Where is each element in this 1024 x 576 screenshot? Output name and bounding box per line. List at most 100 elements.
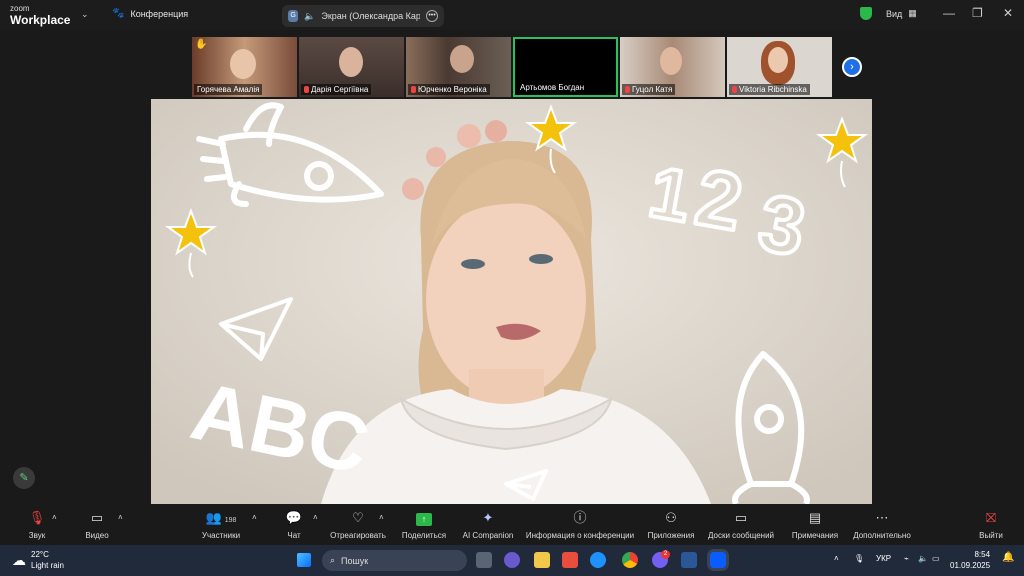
- participant-tile[interactable]: ✋ Горячева Амалія: [192, 37, 297, 97]
- minimize-icon[interactable]: —: [943, 6, 955, 20]
- camera-icon: ▭: [90, 510, 104, 525]
- windows-start-icon[interactable]: [297, 553, 311, 567]
- notifications-icon[interactable]: 🔔: [1002, 552, 1014, 563]
- notes-label: Примечания: [791, 531, 839, 540]
- notes-icon: ▤: [808, 510, 822, 525]
- main-video: 1 2 3 ABC: [151, 99, 872, 504]
- person-face: [660, 47, 682, 75]
- apps-label: Приложения: [647, 531, 695, 540]
- close-icon[interactable]: ✕: [1003, 6, 1013, 20]
- word-icon[interactable]: [681, 552, 697, 568]
- video-label: Видео: [85, 531, 109, 540]
- react-caret-icon[interactable]: ˄: [379, 513, 384, 522]
- grid-icon: ▦: [908, 8, 917, 18]
- ai-label: AI Companion: [462, 531, 514, 540]
- weather-widget[interactable]: ☁ 22°C Light rain: [12, 549, 64, 571]
- battery-icon[interactable]: ▭: [932, 554, 940, 563]
- clock-date: 01.09.2025: [950, 561, 991, 570]
- taskbar-search[interactable]: ⌕ Пошук: [322, 550, 467, 571]
- meeting-info-button[interactable]: ⓘ Информация о конференции: [522, 509, 638, 540]
- search-placeholder: Пошук: [341, 555, 369, 566]
- teams-icon[interactable]: [504, 552, 520, 568]
- tray-chevron-icon[interactable]: ˄: [834, 554, 839, 563]
- maximize-icon[interactable]: ❐: [972, 6, 983, 20]
- annotate-button[interactable]: ✎: [13, 467, 35, 489]
- chevron-right-icon: ›: [850, 61, 854, 73]
- more-dots-icon[interactable]: •••: [426, 10, 438, 22]
- stage-video-svg: 1 2 3 ABC: [151, 99, 872, 504]
- audio-button[interactable]: 🎙 Звук: [22, 509, 52, 540]
- clock-time: 8:54: [974, 550, 991, 559]
- os-taskbar: ☁ 22°C Light rain ⌕ Пошук 2 ˄ 🎙 УКР ⌁ 🔈 …: [0, 545, 1024, 576]
- chrome-icon[interactable]: [622, 552, 638, 568]
- clock[interactable]: 8:54 01.09.2025: [950, 549, 990, 571]
- participant-tile[interactable]: Юрченко Вероніка: [406, 37, 511, 97]
- chat-button[interactable]: 💬 Чат: [280, 509, 308, 540]
- participants-icon: 👥 198: [205, 510, 237, 525]
- next-page-button[interactable]: ›: [842, 57, 862, 77]
- pencil-icon: ✎: [19, 472, 29, 484]
- cloud-rain-icon: ☁: [12, 552, 26, 568]
- weather-temp: 22°C: [31, 550, 49, 559]
- info-label: Информация о конференции: [525, 531, 635, 540]
- participant-label: Юрченко Вероніка: [408, 84, 490, 95]
- muted-mic-icon: [625, 86, 630, 93]
- app-logo: zoom Workplace: [10, 4, 70, 27]
- notes-button[interactable]: ▤ Примечания: [788, 509, 842, 540]
- tab-screen-share[interactable]: G 🔈 Экран (Олександра Кардаш •••: [282, 5, 444, 27]
- participant-tile[interactable]: Дарія Сергіївна: [299, 37, 404, 97]
- file-explorer-icon[interactable]: [534, 552, 550, 568]
- audio-caret-icon[interactable]: ˄: [52, 513, 57, 522]
- person-face: [768, 47, 788, 73]
- ai-companion-button[interactable]: ✦ AI Companion: [460, 509, 516, 540]
- apps-icon: ⚇: [665, 510, 677, 525]
- participants-caret-icon[interactable]: ˄: [252, 513, 257, 522]
- notification-badge: 2: [661, 550, 670, 559]
- network-icon[interactable]: ⌁: [904, 554, 909, 563]
- store-icon[interactable]: [562, 552, 578, 568]
- muted-mic-icon: [732, 86, 737, 93]
- view-button[interactable]: Вид ▦: [886, 8, 917, 19]
- chat-label: Чат: [287, 531, 301, 540]
- screen-badge: G: [288, 10, 299, 22]
- edge-icon[interactable]: [590, 552, 606, 568]
- chevron-down-icon[interactable]: ⌄: [81, 9, 89, 20]
- zoom-app-icon[interactable]: [710, 552, 726, 568]
- audio-label: Звук: [28, 531, 46, 540]
- participant-label: Гуцол Катя: [622, 84, 676, 95]
- chat-caret-icon[interactable]: ˄: [313, 513, 318, 522]
- language-indicator[interactable]: УКР: [876, 554, 891, 563]
- more-button[interactable]: ⋯ Дополнительно: [850, 509, 914, 540]
- chat-icon: 💬: [285, 510, 303, 525]
- leave-label: Выйти: [979, 531, 1003, 540]
- react-label: Отреагировать: [330, 531, 386, 540]
- participant-label: Артьомов Богдан: [517, 82, 588, 93]
- brand-bottom: Workplace: [10, 13, 71, 27]
- participants-label: Участники: [201, 531, 241, 540]
- person-face: [230, 49, 256, 79]
- video-caret-icon[interactable]: ˄: [118, 513, 123, 522]
- participant-tile[interactable]: Viktoria Ribchinska: [727, 37, 832, 97]
- video-button[interactable]: ▭ Видео: [80, 509, 114, 540]
- task-view-icon[interactable]: [476, 552, 492, 568]
- participants-button[interactable]: 👥 198 Участники: [198, 509, 244, 540]
- share-label: Поделиться: [401, 531, 447, 540]
- whiteboards-button[interactable]: ▭ Доски сообщений: [704, 509, 778, 540]
- volume-icon[interactable]: 🔈: [918, 554, 928, 563]
- more-label: Дополнительно: [853, 531, 911, 540]
- leave-icon: ⛝: [986, 510, 996, 525]
- raise-hand-icon: ✋: [195, 39, 208, 50]
- search-icon: ⌕: [330, 555, 336, 565]
- muted-mic-icon: [304, 86, 309, 93]
- share-button[interactable]: ↑ Поделиться: [400, 509, 448, 540]
- person-face: [339, 47, 363, 77]
- leave-button[interactable]: ⛝ Выйти: [976, 509, 1006, 540]
- speaker-icon: 🔈: [304, 10, 316, 21]
- tab-conference-label: Конференция: [130, 8, 189, 19]
- tab-conference[interactable]: 🐾 Конференция: [112, 8, 188, 19]
- apps-button[interactable]: ⚇ Приложения: [644, 509, 698, 540]
- title-bar: zoom Workplace ⌄ 🐾 Конференция G 🔈 Экран…: [0, 0, 1024, 30]
- meeting-toolbar: 🎙 Звук ˄ ▭ Видео ˄ 👥 198 Участники ˄ 💬 Ча…: [0, 505, 1024, 545]
- participant-tile[interactable]: Гуцол Катя: [620, 37, 725, 97]
- participant-tile-active[interactable]: Артьомов Богдан: [513, 37, 618, 97]
